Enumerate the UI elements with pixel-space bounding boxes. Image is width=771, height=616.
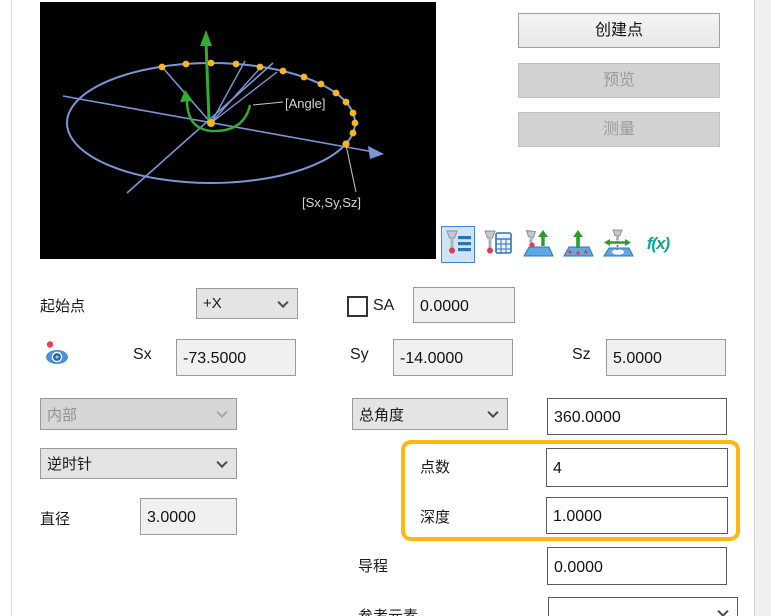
sx-label: Sx: [133, 346, 152, 364]
sa-checkbox[interactable]: [347, 296, 368, 317]
sa-label: SA: [373, 297, 394, 315]
sz-label: Sz: [572, 346, 591, 364]
direction-dropdown[interactable]: 逆时针: [40, 448, 237, 479]
start-point-dropdown[interactable]: +X: [196, 288, 298, 319]
probe-report-icon[interactable]: [481, 226, 515, 263]
sx-input[interactable]: [176, 339, 296, 376]
direction-value: 逆时针: [47, 453, 92, 474]
sy-label: Sy: [350, 346, 369, 364]
circle-diagram: [Angle] [Sx,Sy,Sz]: [40, 2, 436, 259]
right-panel-strip[interactable]: [754, 0, 771, 616]
plane-vector-up-icon[interactable]: [561, 226, 595, 263]
function-fx-icon[interactable]: f(x): [641, 226, 675, 263]
sxsysz-label: [Sx,Sy,Sz]: [302, 195, 361, 210]
depth-input[interactable]: [546, 497, 728, 534]
reference-feature-dropdown[interactable]: [548, 597, 738, 616]
sy-input[interactable]: [393, 339, 513, 376]
preview-image: [Angle] [Sx,Sy,Sz]: [40, 2, 436, 259]
eye-icon[interactable]: [44, 340, 70, 368]
angle-label: [Angle]: [285, 96, 325, 111]
probe-list-icon[interactable]: [441, 226, 475, 263]
chevron-down-icon: [216, 407, 227, 418]
measure-button[interactable]: 测量: [518, 112, 720, 147]
total-angle-dropdown-value: 总角度: [359, 404, 404, 425]
lead-label: 导程: [358, 555, 388, 576]
points-label: 点数: [420, 456, 450, 477]
start-point-label: 起始点: [40, 295, 85, 316]
inner-outer-value: 内部: [47, 404, 77, 425]
diameter-input[interactable]: [140, 498, 237, 535]
start-point-value: +X: [203, 295, 222, 312]
sz-input[interactable]: [606, 339, 726, 376]
reference-feature-label: 参考元素: [358, 605, 418, 616]
chevron-down-icon: [216, 456, 227, 467]
create-point-button[interactable]: 创建点: [518, 13, 720, 48]
depth-label: 深度: [420, 506, 450, 527]
chevron-down-icon: [277, 296, 288, 307]
total-angle-dropdown[interactable]: 总角度: [352, 398, 508, 430]
chevron-down-icon: [717, 606, 728, 616]
probe-plane-align-icon[interactable]: [601, 226, 635, 263]
preview-button[interactable]: 预览: [518, 63, 720, 98]
chevron-down-icon: [487, 407, 498, 418]
diameter-label: 直径: [40, 508, 70, 529]
probe-vector-up-icon[interactable]: [521, 226, 555, 263]
create-points-dialog: [Angle] [Sx,Sy,Sz] 创建点 预览 测量: [0, 0, 771, 616]
lead-input[interactable]: [547, 547, 727, 585]
points-input[interactable]: [546, 448, 728, 487]
total-angle-input[interactable]: [547, 398, 727, 435]
inner-outer-dropdown[interactable]: 内部: [40, 398, 237, 430]
panel-left-border: [11, 0, 12, 616]
sa-input[interactable]: [413, 287, 515, 323]
mode-toolbar: f(x): [441, 224, 675, 264]
